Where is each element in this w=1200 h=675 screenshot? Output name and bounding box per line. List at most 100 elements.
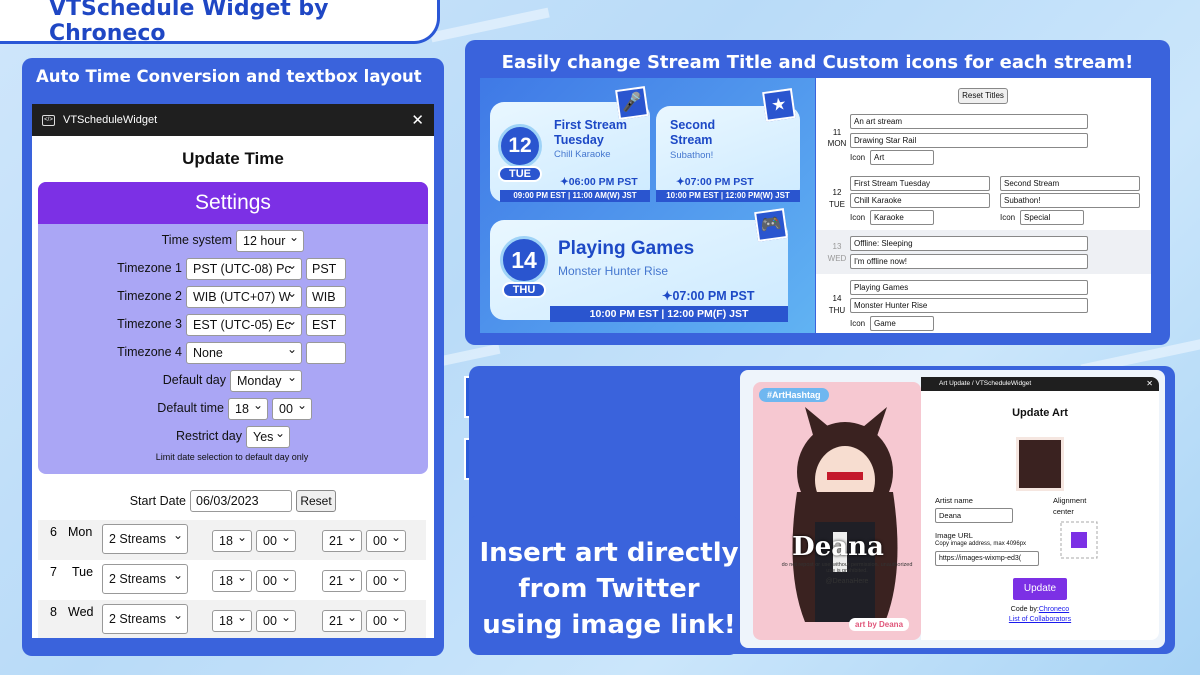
- day-name: TUE: [829, 200, 845, 209]
- stream-2-minute[interactable]: 00: [366, 530, 406, 552]
- url-note: Copy image address, max 4096px: [935, 541, 1027, 547]
- alignment-grid[interactable]: [1059, 520, 1099, 560]
- time-conversion-bar: 10:00 PM EST | 12:00 PM(F) JST: [550, 306, 788, 322]
- icon-label: Icon: [850, 319, 866, 328]
- day-row: 8 Wed 2 Streams 18 00 21 00: [38, 600, 426, 638]
- stream-time: ✦07:00 PM PST: [676, 176, 754, 188]
- title-input[interactable]: Offline: Sleeping: [850, 236, 1088, 251]
- day-number: 11: [832, 128, 842, 137]
- image-url-input[interactable]: https://images-wixmp-ed3(: [935, 551, 1039, 566]
- panel-title: Easily change Stream Title and Custom ic…: [501, 52, 1134, 73]
- reset-titles-button[interactable]: Reset Titles: [958, 88, 1008, 104]
- icon-select[interactable]: Karaoke: [870, 210, 934, 225]
- time-conversion-bar: 09:00 PM EST | 11:00 AM(W) JST: [500, 190, 650, 202]
- stream-2-hour[interactable]: 21: [322, 570, 362, 592]
- collaborators-link[interactable]: List of Collaborators: [921, 616, 1159, 623]
- stream-title: Tuesday: [554, 133, 604, 147]
- timezone-4-select[interactable]: None: [186, 342, 302, 364]
- restrict-day-select[interactable]: Yes: [246, 426, 290, 448]
- subtitle-input[interactable]: I'm offline now!: [850, 254, 1088, 269]
- art-credit: art by Deana: [849, 618, 910, 631]
- stream-2-minute[interactable]: 00: [366, 610, 406, 632]
- title-input[interactable]: An art stream: [850, 114, 1088, 129]
- stream-1-hour[interactable]: 18: [212, 610, 252, 632]
- default-minute-select[interactable]: 00: [272, 398, 312, 420]
- streams-select[interactable]: 2 Streams: [102, 604, 188, 634]
- day-name: THU: [828, 306, 846, 315]
- stream-card: Second Stream Subathon! ✦07:00 PM PST: [656, 106, 800, 202]
- page-title: Update Time: [182, 149, 284, 168]
- default-hour-select[interactable]: 18: [228, 398, 268, 420]
- update-time-window: </> VTScheduleWidget ✕ Update Time Setti…: [32, 104, 434, 638]
- icon-select[interactable]: Special: [1020, 210, 1084, 225]
- header-title: VTSchedule Widget by Chroneco: [49, 0, 329, 46]
- stream-1-minute[interactable]: 00: [256, 570, 296, 592]
- insert-line: from Twitter: [518, 574, 700, 604]
- restrict-day-note: Limit date selection to default day only: [155, 452, 309, 462]
- day-badge: THU: [502, 282, 546, 298]
- day-badge: TUE: [498, 166, 542, 182]
- day-number: 13: [832, 242, 842, 251]
- stream-1-minute[interactable]: 00: [256, 530, 296, 552]
- stream-2-minute[interactable]: 00: [366, 570, 406, 592]
- stream-subtitle: Monster Hunter Rise: [558, 264, 669, 278]
- icon-select[interactable]: Game: [870, 316, 934, 331]
- timezone-2-select[interactable]: WIB (UTC+07) W: [186, 286, 302, 308]
- reset-date-button[interactable]: Reset: [296, 490, 336, 512]
- date-circle: 12: [498, 124, 542, 168]
- stream-1-minute[interactable]: 00: [256, 610, 296, 632]
- icon-label: Icon: [1000, 213, 1016, 222]
- artist-input[interactable]: Deana: [935, 508, 1013, 523]
- update-button[interactable]: Update: [1013, 578, 1067, 600]
- time-system-select[interactable]: 12 hour: [236, 230, 304, 252]
- subtitle-input[interactable]: Drawing Star Rail: [850, 133, 1088, 148]
- timezone-4-abbr[interactable]: [306, 342, 346, 364]
- subtitle-input[interactable]: Chill Karaoke: [850, 193, 990, 208]
- microphone-icon[interactable]: 🎤: [615, 86, 649, 120]
- stream-2-hour[interactable]: 21: [322, 610, 362, 632]
- day-row: 7 Tue 2 Streams 18 00 21 00: [38, 560, 426, 600]
- streams-select[interactable]: 2 Streams: [102, 524, 188, 554]
- alignment-label: Alignment: [1053, 496, 1087, 505]
- start-date-input[interactable]: 06/03/2023: [190, 490, 292, 512]
- header-banner: VTSchedule Widget by Chroneco: [0, 0, 440, 46]
- insert-line: using image link!: [482, 610, 736, 640]
- panel-title: Auto Time Conversion and textbox layout: [36, 67, 422, 86]
- art-card: #ArtHashtag Deana do not repost or use w…: [753, 382, 921, 640]
- day-number: 6: [50, 525, 57, 539]
- gamepad-icon[interactable]: 🎮: [754, 208, 788, 242]
- subtitle-input[interactable]: Subathon!: [1000, 193, 1140, 208]
- icon-label: Icon: [850, 153, 866, 162]
- timezone-1-abbr[interactable]: PST: [306, 258, 346, 280]
- stream-subtitle: Chill Karaoke: [554, 149, 611, 160]
- close-icon[interactable]: ✕: [411, 111, 424, 129]
- day-number: 8: [50, 605, 57, 619]
- day-number: 7: [50, 565, 57, 579]
- time-system-label: Time system: [161, 233, 232, 247]
- day-number: 14: [832, 294, 842, 303]
- title-input[interactable]: Second Stream: [1000, 176, 1140, 191]
- close-icon[interactable]: ✕: [1146, 377, 1153, 391]
- subtitle-input[interactable]: Monster Hunter Rise: [850, 298, 1088, 313]
- day-number: 12: [832, 188, 842, 197]
- stream-title: Playing Games: [558, 238, 695, 259]
- timezone-2-abbr[interactable]: WIB: [306, 286, 346, 308]
- code-icon: </>: [42, 114, 55, 126]
- stream-2-hour[interactable]: 21: [322, 530, 362, 552]
- start-date-label: Start Date: [129, 494, 186, 508]
- author-link[interactable]: Chroneco: [1039, 606, 1069, 613]
- stream-1-hour[interactable]: 18: [212, 530, 252, 552]
- star-icon[interactable]: ★: [762, 88, 796, 122]
- icon-select[interactable]: Art: [870, 150, 934, 165]
- timezone-1-select[interactable]: PST (UTC-08) Pc: [186, 258, 302, 280]
- restrict-day-label: Restrict day: [176, 429, 242, 443]
- day-name: WED: [827, 254, 847, 263]
- title-input[interactable]: Playing Games: [850, 280, 1088, 295]
- stream-title: First Stream: [554, 118, 627, 132]
- title-input[interactable]: First Stream Tuesday: [850, 176, 990, 191]
- streams-select[interactable]: 2 Streams: [102, 564, 188, 594]
- default-day-select[interactable]: Monday: [230, 370, 302, 392]
- timezone-3-abbr[interactable]: EST: [306, 314, 346, 336]
- stream-1-hour[interactable]: 18: [212, 570, 252, 592]
- timezone-3-select[interactable]: EST (UTC-05) Ec: [186, 314, 302, 336]
